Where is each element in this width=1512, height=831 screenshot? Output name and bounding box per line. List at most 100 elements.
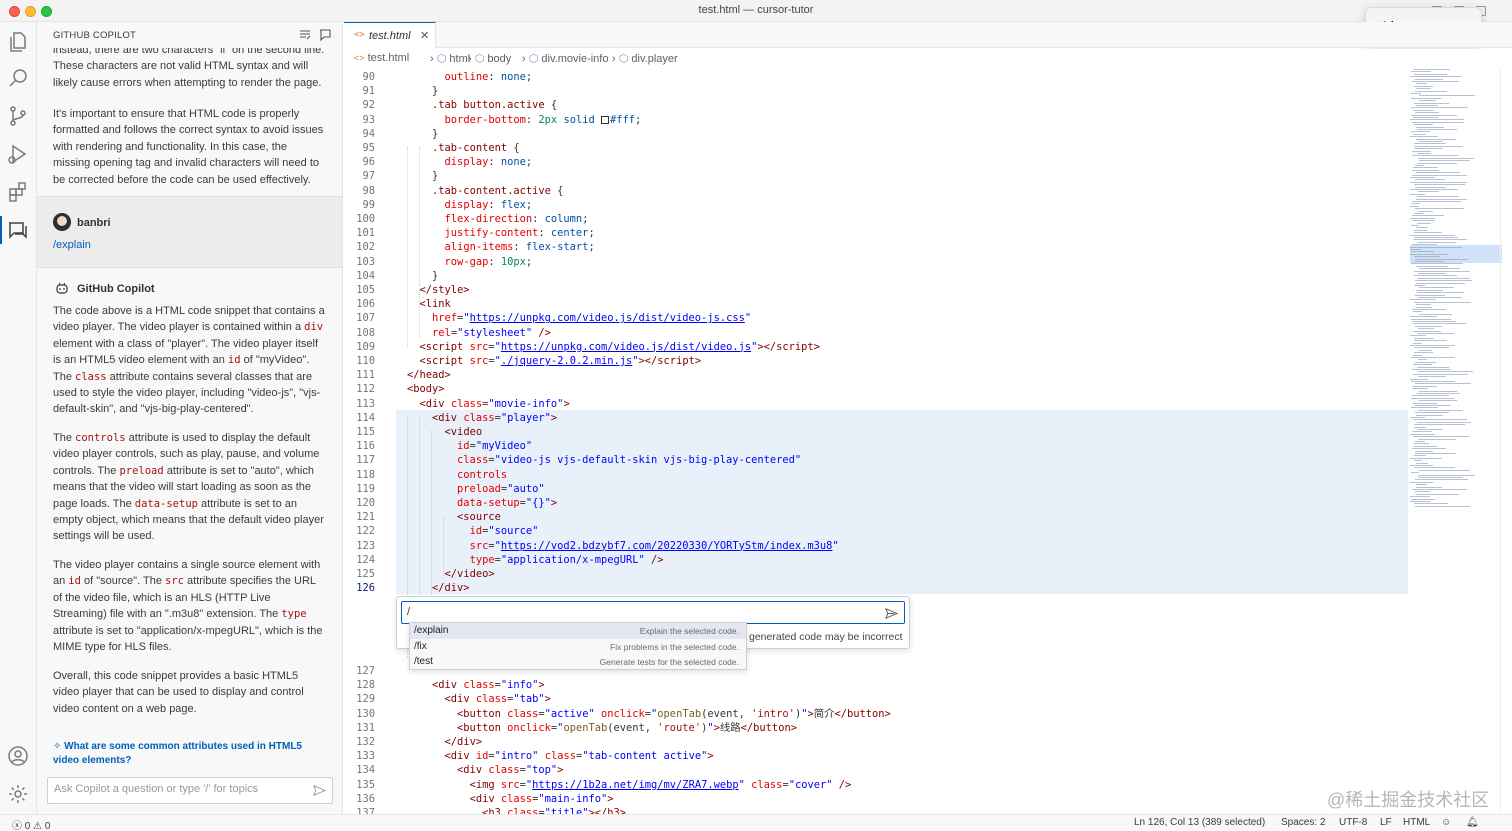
code-line[interactable]: 125 </video>: [344, 567, 1408, 581]
code-line[interactable]: 122 id="source": [344, 524, 1408, 538]
inline-chat-input[interactable]: [407, 606, 877, 618]
code-line[interactable]: 94 }: [344, 127, 1408, 141]
chat-icon[interactable]: [6, 218, 30, 242]
chat-input[interactable]: [54, 783, 304, 795]
language-mode[interactable]: HTML: [1403, 817, 1430, 828]
line-number: 111: [356, 369, 375, 382]
code-line[interactable]: 97 }: [344, 169, 1408, 183]
code-line[interactable]: 96 display: none;: [344, 155, 1408, 169]
code-line[interactable]: 123 src="https://vod2.bdzybf7.com/202203…: [344, 539, 1408, 553]
code-line[interactable]: 136 <div class="main-info">: [344, 792, 1408, 806]
suggestion-item[interactable]: /explain Explain the selected code.: [410, 623, 746, 639]
suggestion-item[interactable]: /fix Fix problems in the selected code.: [410, 639, 746, 655]
chat-input-box[interactable]: [47, 777, 333, 804]
minimap-line: [1416, 105, 1438, 106]
code-line[interactable]: 103 row-gap: 10px;: [344, 255, 1408, 269]
notifications-icon[interactable]: 🔔︎: [1466, 817, 1479, 828]
code-line[interactable]: 104 }: [344, 269, 1408, 283]
user-command[interactable]: /explain: [53, 239, 91, 251]
code-line[interactable]: 133 <div id="intro" class="tab-content a…: [344, 749, 1408, 763]
code-line[interactable]: 130 <button class="active" onclick="open…: [344, 707, 1408, 721]
minimap-line: [1413, 117, 1438, 118]
tab-test-html[interactable]: <> test.html ✕: [344, 22, 436, 48]
code-line[interactable]: 118 controls: [344, 468, 1408, 482]
code-line[interactable]: 112 <body>: [344, 382, 1408, 396]
code-line[interactable]: 129 <div class="tab">: [344, 692, 1408, 706]
minimap-line: [1411, 97, 1441, 99]
followup-suggestion[interactable]: ✧ What are some common attributes used i…: [53, 740, 325, 768]
problems-indicator[interactable]: ⓧ 0 ⚠ 0: [12, 817, 50, 831]
send-icon[interactable]: [313, 784, 326, 797]
code-line[interactable]: 95 .tab-content {: [344, 141, 1408, 155]
code-line[interactable]: 105 </style>: [344, 283, 1408, 297]
run-debug-icon[interactable]: [6, 142, 30, 166]
minimap-line: [1410, 246, 1462, 248]
code-line[interactable]: 131 <button onclick="openTab(event, 'rou…: [344, 721, 1408, 735]
encoding[interactable]: UTF-8: [1339, 817, 1367, 828]
code-line[interactable]: 115 <video: [344, 425, 1408, 439]
code-line[interactable]: 92 .tab button.active {: [344, 98, 1408, 112]
code-line[interactable]: 124 type="application/x-mpegURL" />: [344, 553, 1408, 567]
minimap-line: [1414, 85, 1433, 87]
new-chat-icon[interactable]: [318, 28, 332, 42]
suggestion-item[interactable]: /test Generate tests for the selected co…: [410, 654, 746, 670]
code-line[interactable]: 99 display: flex;: [344, 198, 1408, 212]
breadcrumb-item[interactable]: › ⬡ div.movie-info: [522, 52, 608, 65]
explorer-icon[interactable]: [6, 30, 30, 54]
code-editor[interactable]: 90 outline: none; 91 } 92 .tab button.acti…: [344, 67, 1408, 814]
slash-command-suggestions: /explain Explain the selected code. /fix…: [409, 622, 747, 670]
minimap[interactable]: [1408, 67, 1512, 814]
code-line[interactable]: 134 <div class="top">: [344, 763, 1408, 777]
end-of-line[interactable]: LF: [1380, 817, 1392, 828]
breadcrumb-item[interactable]: › ⬡ div.player: [612, 52, 678, 65]
code-line[interactable]: 107 href="https://unpkg.com/video.js/dis…: [344, 311, 1408, 325]
minimap-line: [1411, 71, 1431, 73]
code-line[interactable]: 132 </div>: [344, 735, 1408, 749]
source-control-icon[interactable]: [6, 104, 30, 128]
account-icon[interactable]: [6, 744, 30, 768]
cursor-position[interactable]: Ln 126, Col 13 (389 selected): [1134, 817, 1265, 828]
inline-chat-input-box[interactable]: [401, 601, 905, 624]
close-icon[interactable]: ✕: [420, 29, 429, 42]
code-line[interactable]: 121 <source: [344, 510, 1408, 524]
minimap-line: [1416, 265, 1448, 267]
breadcrumb-item[interactable]: <> test.html: [354, 52, 409, 64]
copilot-status-icon[interactable]: ☺: [1441, 817, 1451, 828]
breadcrumb-item[interactable]: › ⬡ html: [430, 52, 470, 65]
code-line[interactable]: 108 rel="stylesheet" />: [344, 326, 1408, 340]
code-line[interactable]: 91 }: [344, 84, 1408, 98]
breadcrumb-item[interactable]: › ⬡ body: [468, 52, 511, 65]
vertical-scrollbar[interactable]: [1500, 67, 1512, 814]
code-line[interactable]: 100 flex-direction: column;: [344, 212, 1408, 226]
code-line[interactable]: 109 <script src="https://unpkg.com/video…: [344, 340, 1408, 354]
code-line[interactable]: 111 </head>: [344, 368, 1408, 382]
code-line[interactable]: 114 <div class="player">: [344, 411, 1408, 425]
indent-guide: [407, 147, 408, 347]
code-line[interactable]: 106 <link: [344, 297, 1408, 311]
settings-gear-icon[interactable]: [6, 782, 30, 806]
code-line[interactable]: 126 </div>: [344, 581, 1408, 595]
code-line[interactable]: 119 preload="auto": [344, 482, 1408, 496]
minimap-line: [1416, 289, 1443, 291]
clear-chat-icon[interactable]: [298, 28, 312, 42]
code-line[interactable]: 90 outline: none;: [344, 70, 1408, 84]
code-line[interactable]: 120 data-setup="{}">: [344, 496, 1408, 510]
extensions-icon[interactable]: [6, 180, 30, 204]
code-line[interactable]: 116 id="myVideo": [344, 439, 1408, 453]
code-line[interactable]: 102 align-items: flex-start;: [344, 240, 1408, 254]
code-line[interactable]: 101 justify-content: center;: [344, 226, 1408, 240]
minimap-line: [1410, 234, 1455, 236]
send-icon[interactable]: [885, 607, 898, 620]
code-line[interactable]: 135 <img src="https://1b2a.net/img/mv/ZR…: [344, 778, 1408, 792]
code-line[interactable]: 137 <h3 class="title"></h3>: [344, 806, 1408, 814]
minimap-line: [1416, 462, 1428, 464]
code-line[interactable]: 98 .tab-content.active {: [344, 184, 1408, 198]
indentation[interactable]: Spaces: 2: [1281, 817, 1325, 828]
code-line[interactable]: 113 <div class="movie-info">: [344, 397, 1408, 411]
code-line[interactable]: 93 border-bottom: 2px solid #fff;: [344, 113, 1408, 127]
minimap-line: [1412, 169, 1439, 171]
code-line[interactable]: 110 <script src="./jquery-2.0.2.min.js">…: [344, 354, 1408, 368]
code-line[interactable]: 128 <div class="info">: [344, 678, 1408, 692]
search-icon[interactable]: [6, 66, 30, 90]
code-line[interactable]: 117 class="video-js vjs-default-skin vjs…: [344, 453, 1408, 467]
